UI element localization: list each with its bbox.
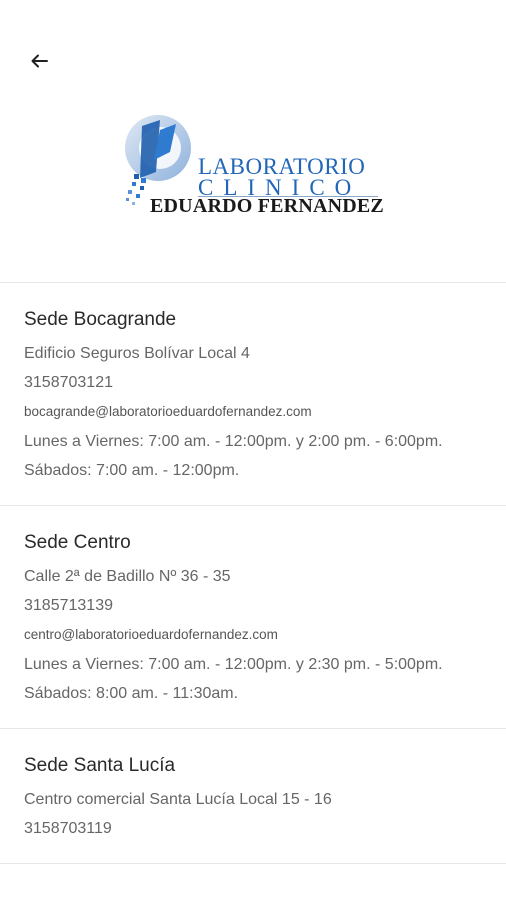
sede-card-centro: Sede Centro Calle 2ª de Badillo Nº 36 - … <box>0 506 506 729</box>
sede-phone[interactable]: 3158703121 <box>24 368 482 397</box>
sede-address: Centro comercial Santa Lucía Local 15 - … <box>24 791 332 808</box>
arrow-left-icon <box>31 54 48 68</box>
back-button[interactable] <box>26 48 52 74</box>
sede-card-santa-lucia: Sede Santa Lucía Centro comercial Santa … <box>0 729 506 864</box>
sede-saturday-hours: Sábados: 7:00 am. - 12:00pm. <box>24 462 240 479</box>
sede-title: Sede Centro <box>24 532 131 553</box>
sedes-list[interactable]: Sede Bocagrande Edificio Seguros Bolívar… <box>0 282 506 884</box>
sede-address: Calle 2ª de Badillo Nº 36 - 35 <box>24 568 231 585</box>
sede-email[interactable]: bocagrande@laboratorioeduardofernandez.c… <box>24 397 482 427</box>
sede-title: Sede Santa Lucía <box>24 755 176 776</box>
sede-weekday-hours: Lunes a Viernes: 7:00 am. - 12:00pm. y 2… <box>24 433 443 450</box>
sede-phone[interactable]: 3158703119 <box>24 814 482 843</box>
sede-address: Edificio Seguros Bolívar Local 4 <box>24 345 250 362</box>
sede-card-bocagrande: Sede Bocagrande Edificio Seguros Bolívar… <box>0 283 506 506</box>
sede-title: Sede Bocagrande <box>24 309 177 330</box>
sede-weekday-hours: Lunes a Viernes: 7:00 am. - 12:00pm. y 2… <box>24 656 443 673</box>
sede-phone[interactable]: 3185713139 <box>24 591 482 620</box>
sede-email[interactable]: centro@laboratorioeduardofernandez.com <box>24 620 482 650</box>
clinic-logo: LABORATORIO CLINICO EDUARDO FERNANDEZ <box>120 112 386 220</box>
logo-line-3: EDUARDO FERNANDEZ <box>150 195 384 217</box>
sede-saturday-hours: Sábados: 8:00 am. - 11:30am. <box>24 685 239 702</box>
